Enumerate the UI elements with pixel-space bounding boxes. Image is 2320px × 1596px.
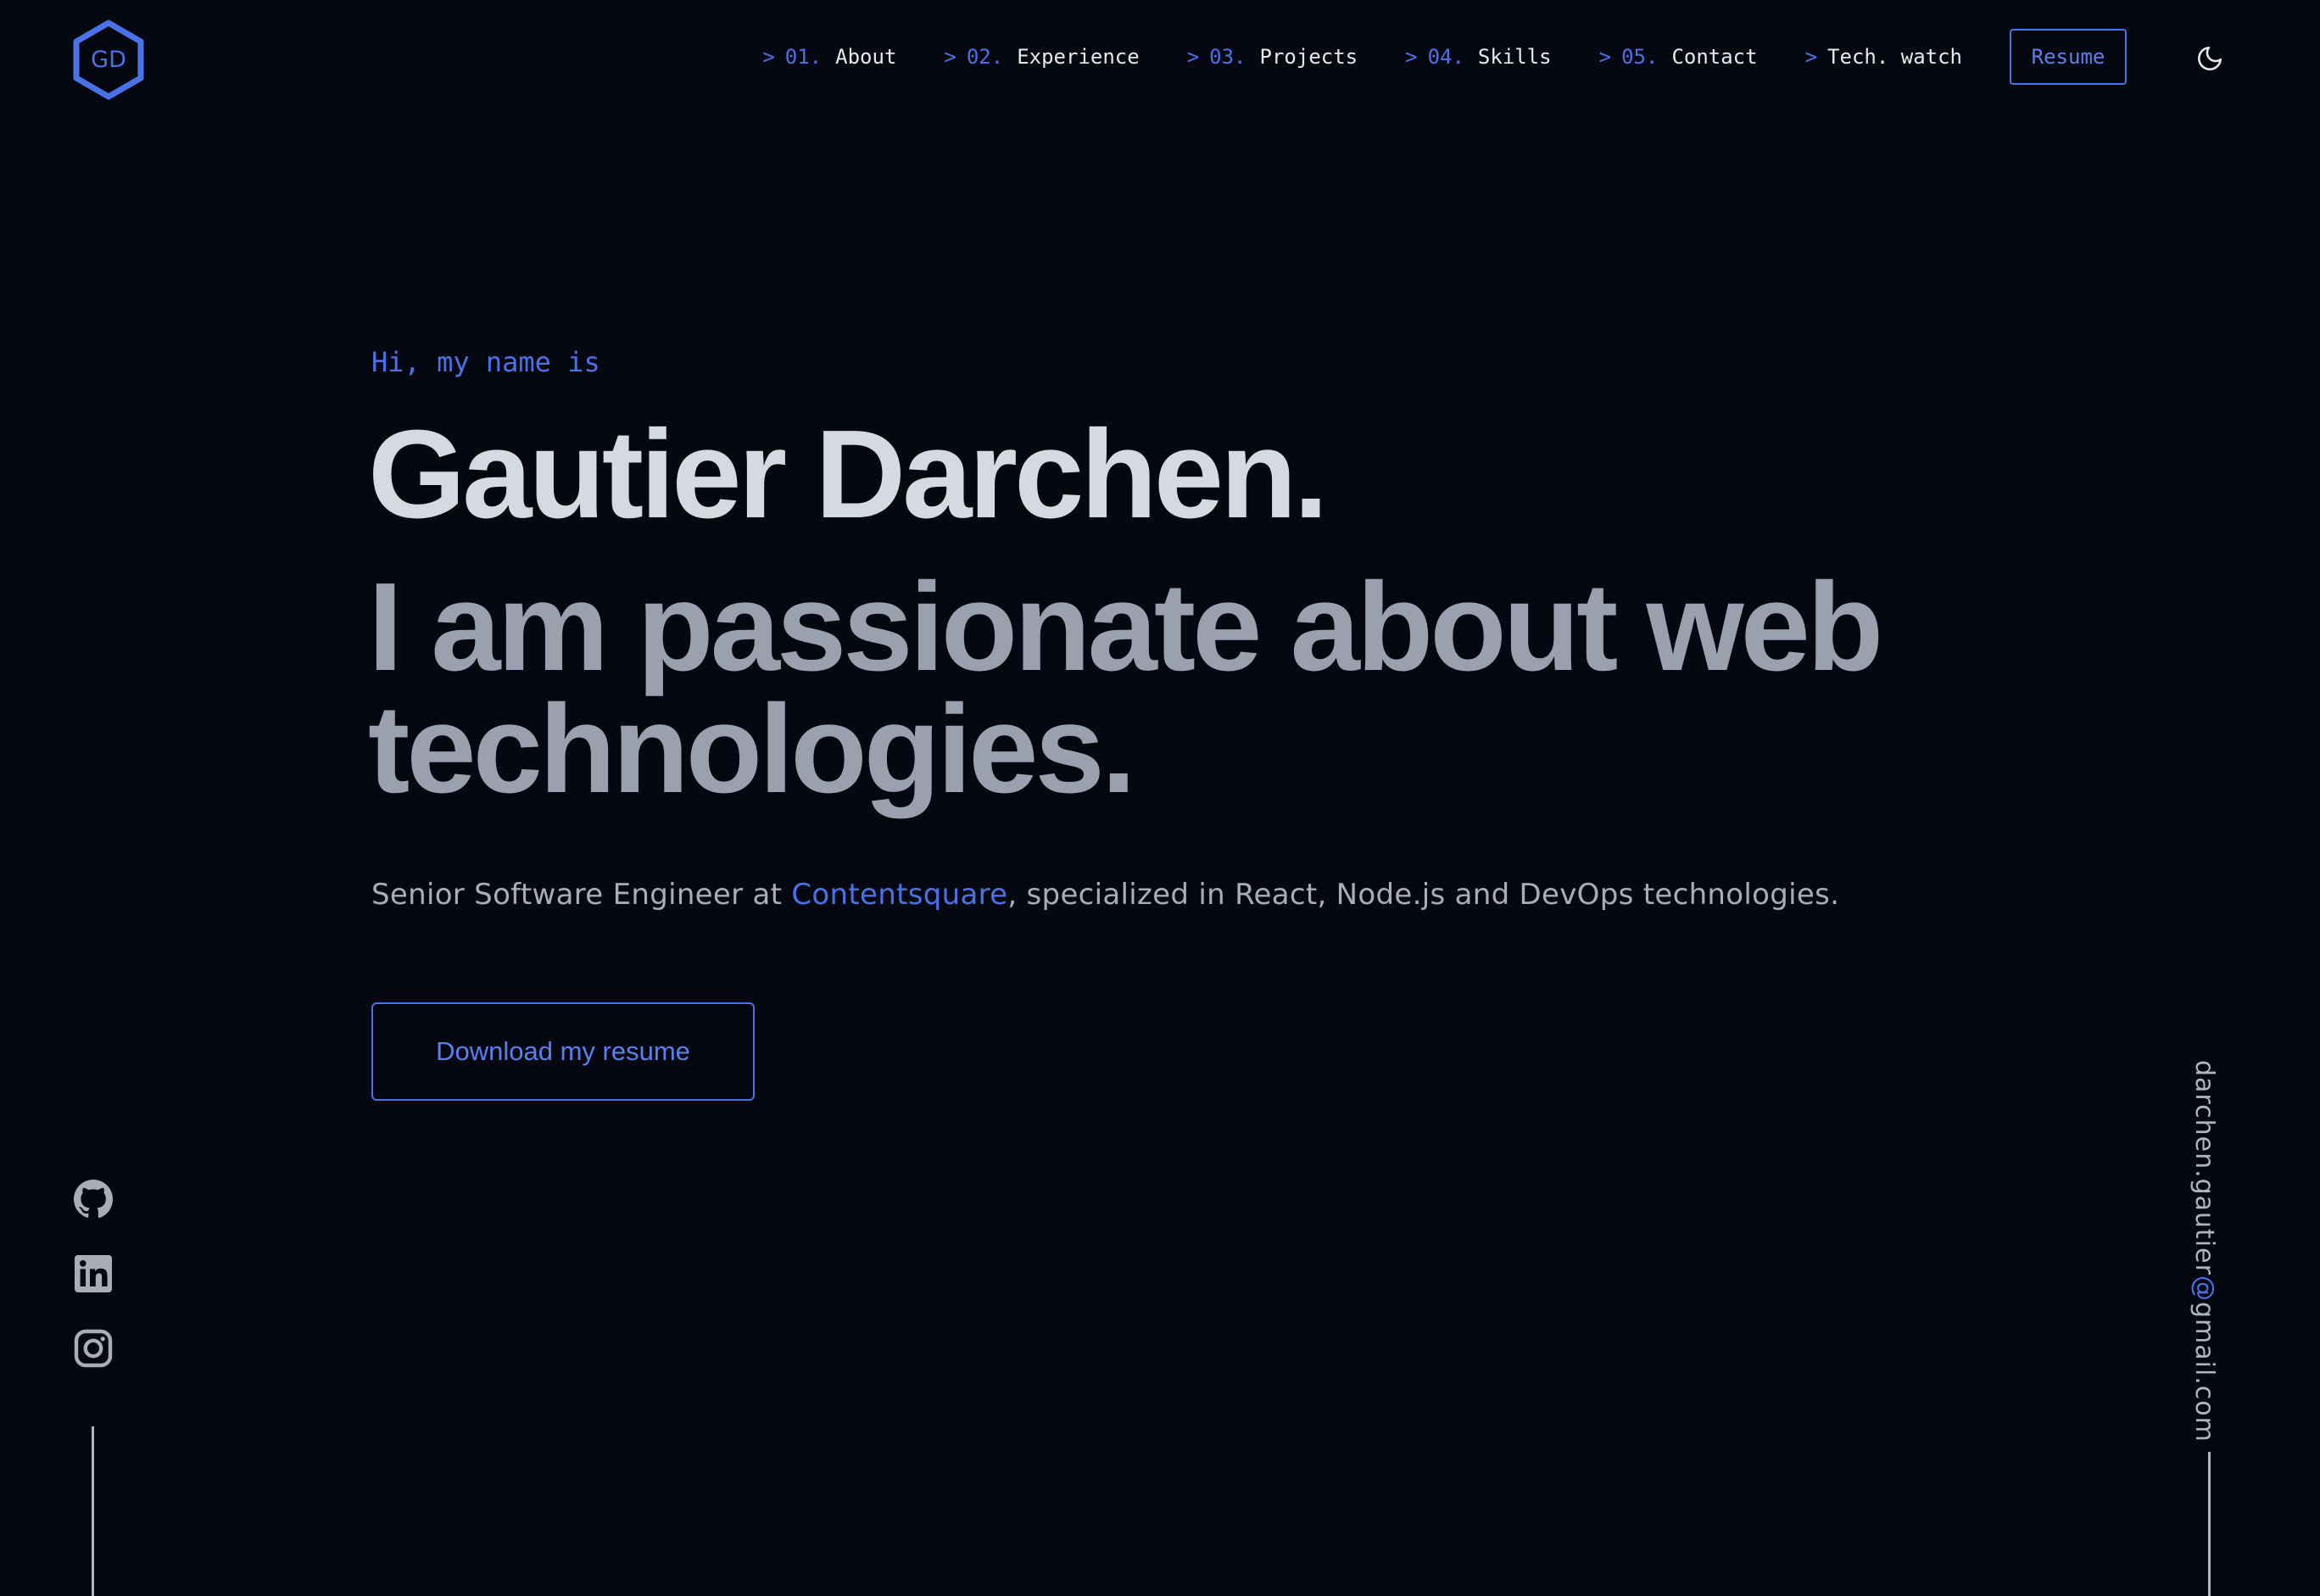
nav-number: 02. bbox=[966, 45, 1004, 69]
email-sidebar: darchen.gautier@gmail.com bbox=[2189, 1060, 2223, 1443]
contentsquare-link[interactable]: Contentsquare bbox=[791, 878, 1007, 912]
nav-label: Experience bbox=[1017, 45, 1140, 69]
email-domain: gmail.com bbox=[2189, 1301, 2219, 1443]
hero-description-text: , specialized in React, Node.js and DevO… bbox=[1007, 878, 1840, 912]
right-vertical-line bbox=[2208, 1452, 2211, 1596]
nav-label: About bbox=[835, 45, 897, 69]
email-link[interactable]: darchen.gautier@gmail.com bbox=[2189, 1060, 2219, 1443]
nav-label: Skills bbox=[1477, 45, 1552, 69]
hero-description: Senior Software Engineer at Contentsquar… bbox=[371, 878, 1839, 912]
nav-item-about[interactable]: > 01. About bbox=[762, 45, 896, 69]
instagram-icon[interactable] bbox=[73, 1328, 114, 1369]
nav-item-contact[interactable]: > 05. Contact bbox=[1599, 45, 1758, 69]
nav-number: 05. bbox=[1621, 45, 1659, 69]
nav-label: Projects bbox=[1259, 45, 1358, 69]
social-links bbox=[73, 1179, 114, 1403]
github-icon[interactable] bbox=[73, 1179, 114, 1219]
nav-arrow: > bbox=[762, 45, 775, 69]
hero-description-text: Senior Software Engineer at bbox=[371, 878, 792, 912]
resume-button[interactable]: Resume bbox=[2010, 29, 2127, 85]
theme-toggle-button[interactable] bbox=[2195, 44, 2224, 73]
nav-label: Contact bbox=[1671, 45, 1758, 69]
hero-tagline: I am passionate about web technologies. bbox=[368, 557, 1883, 819]
nav-arrow: > bbox=[1804, 45, 1818, 69]
moon-icon bbox=[2198, 46, 2222, 70]
hero-name: Gautier Darchen. bbox=[368, 405, 1329, 544]
nav-number: 04. bbox=[1427, 45, 1464, 69]
nav-item-skills[interactable]: > 04. Skills bbox=[1405, 45, 1552, 69]
download-resume-button[interactable]: Download my resume bbox=[371, 1002, 755, 1101]
nav-arrow: > bbox=[1186, 45, 1200, 69]
linkedin-icon[interactable] bbox=[73, 1253, 114, 1294]
nav-arrow: > bbox=[1405, 45, 1418, 69]
left-vertical-line bbox=[92, 1426, 94, 1596]
logo[interactable]: GD bbox=[71, 19, 146, 100]
logo-initials: GD bbox=[91, 46, 126, 73]
nav-arrow: > bbox=[944, 45, 956, 69]
hero-greeting: Hi, my name is bbox=[371, 346, 600, 378]
main-nav: > 01. About > 02. Experience > 03. Proje… bbox=[762, 29, 2127, 85]
nav-label: Tech. watch bbox=[1827, 45, 1962, 69]
nav-number: 01. bbox=[784, 45, 823, 69]
nav-number: 03. bbox=[1209, 45, 1246, 69]
nav-item-tech-watch[interactable]: > Tech. watch bbox=[1805, 45, 1962, 69]
email-at: @ bbox=[2189, 1275, 2219, 1302]
email-user: darchen.gautier bbox=[2189, 1060, 2219, 1275]
nav-item-experience[interactable]: > 02. Experience bbox=[944, 45, 1139, 69]
nav-item-projects[interactable]: > 03. Projects bbox=[1187, 45, 1358, 69]
nav-arrow: > bbox=[1598, 45, 1612, 69]
